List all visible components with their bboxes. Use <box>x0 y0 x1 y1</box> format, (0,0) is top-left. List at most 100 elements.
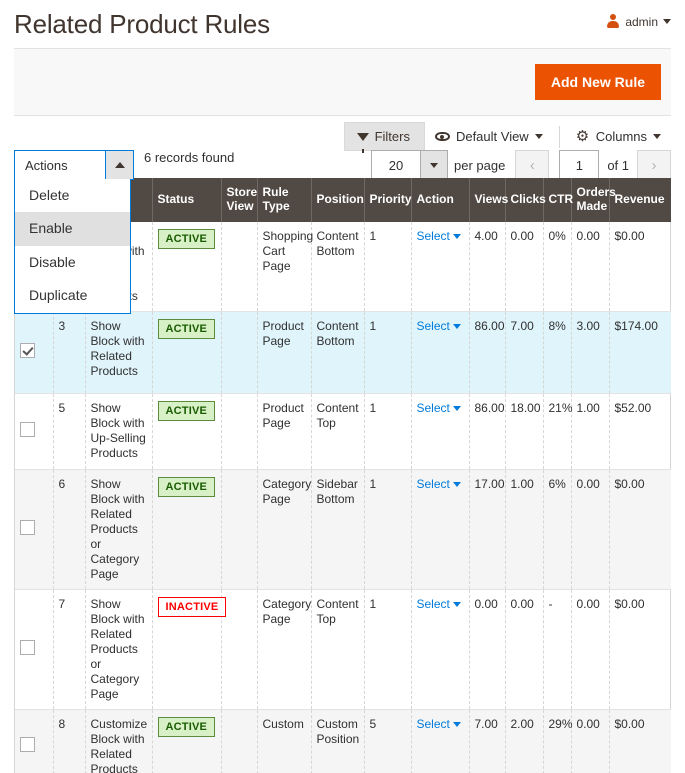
row-views: 86.00 <box>469 311 506 394</box>
column-header-orders-made[interactable]: Orders Made <box>571 178 616 222</box>
row-id: 3 <box>53 311 86 394</box>
page-actions-bar: Add New Rule <box>14 48 671 116</box>
column-header-store-view[interactable]: Store View <box>221 178 258 222</box>
chevron-down-icon <box>419 151 447 179</box>
mass-action-delete[interactable]: Delete <box>15 179 130 212</box>
default-view-dropdown[interactable]: Default View <box>425 123 553 150</box>
column-header-views[interactable]: Views <box>469 178 508 222</box>
row-checkbox-cell[interactable] <box>15 393 54 470</box>
column-header-status[interactable]: Status <box>152 178 222 222</box>
row-action-select-link[interactable]: Select <box>417 401 461 415</box>
status-badge: INACTIVE <box>157 596 227 617</box>
caret-up-icon <box>105 151 133 179</box>
columns-label: Columns <box>595 129 647 144</box>
next-page-button[interactable]: › <box>637 150 671 180</box>
row-revenue: $174.00 <box>609 311 671 394</box>
row-checkbox[interactable] <box>20 639 35 655</box>
table-row[interactable]: 6 Show Block with Related Products or Cat… <box>15 469 671 590</box>
row-clicks: 0.00 <box>505 221 544 312</box>
row-status-cell: ACTIVE <box>152 311 222 394</box>
row-priority: 1 <box>364 469 412 590</box>
row-priority: 1 <box>364 311 412 394</box>
row-views: 7.00 <box>469 709 506 773</box>
row-priority: 5 <box>364 709 412 773</box>
chevron-down-icon <box>452 601 461 607</box>
row-action-cell[interactable]: Select <box>411 311 470 394</box>
row-orders-made: 0.00 <box>571 589 610 710</box>
row-ctr: 21% <box>543 393 573 470</box>
table-row[interactable]: 8 Customize Block with Related Products AC… <box>15 709 671 773</box>
row-action-select-link[interactable]: Select <box>417 319 461 333</box>
user-name: admin <box>625 14 658 29</box>
row-checkbox-cell[interactable] <box>15 469 54 590</box>
row-action-select-link[interactable]: Select <box>417 477 461 491</box>
column-header-action[interactable]: Action <box>411 178 470 222</box>
current-page-input[interactable]: 1 <box>559 150 600 180</box>
row-action-cell[interactable]: Select <box>411 221 470 312</box>
row-id: 6 <box>53 469 86 590</box>
mass-actions-button[interactable]: Actions <box>14 150 134 180</box>
column-header-revenue[interactable]: Revenue <box>609 178 671 222</box>
column-header-ctr[interactable]: CTR <box>543 178 573 222</box>
row-action-cell[interactable]: Select <box>411 393 470 470</box>
row-action-select-link[interactable]: Select <box>417 229 461 243</box>
row-revenue: $52.00 <box>609 393 671 470</box>
column-header-clicks[interactable]: Clicks <box>505 178 546 222</box>
row-clicks: 7.00 <box>505 311 544 394</box>
user-menu[interactable]: admin <box>606 14 671 29</box>
column-header-position[interactable]: Position <box>311 178 365 222</box>
row-id: 7 <box>53 589 86 710</box>
filters-button[interactable]: Filters <box>343 122 425 153</box>
add-new-rule-button[interactable]: Add New Rule <box>534 63 661 101</box>
columns-dropdown[interactable]: ⚙ Columns <box>566 123 671 150</box>
chevron-down-icon <box>452 481 461 487</box>
filters-label: Filters <box>374 129 410 144</box>
row-checkbox[interactable] <box>20 342 35 358</box>
row-position: Sidebar Bottom <box>311 469 365 590</box>
row-ctr: - <box>543 589 572 710</box>
row-action-select-link[interactable]: Select <box>417 717 461 731</box>
column-header-priority[interactable]: Priority <box>364 178 412 222</box>
chevron-down-icon <box>452 405 461 411</box>
row-checkbox[interactable] <box>20 519 35 535</box>
row-checkbox-cell[interactable] <box>15 589 54 710</box>
row-position: Content Bottom <box>311 311 365 394</box>
grid-toolbar: Filters Default View ⚙ Columns 6 records… <box>14 116 671 314</box>
table-row[interactable]: 7 Show Block with Related Products or Cat… <box>15 589 671 710</box>
row-id: 5 <box>53 393 86 470</box>
row-rule-name: Show Block with Related Products or Cate… <box>85 469 153 590</box>
table-row[interactable]: 3 Show Block with Related Products ACTIVE P… <box>15 311 671 394</box>
gear-icon: ⚙ <box>575 127 590 145</box>
row-status-cell: ACTIVE <box>152 393 222 470</box>
row-status-cell: ACTIVE <box>152 709 222 773</box>
row-views: 86.00 <box>469 393 506 470</box>
row-views: 17.00 <box>469 469 506 590</box>
status-badge: ACTIVE <box>157 318 216 339</box>
user-icon <box>606 14 620 29</box>
row-orders-made: 0.00 <box>571 709 610 773</box>
row-action-cell[interactable]: Select <box>411 589 470 710</box>
row-checkbox[interactable] <box>20 421 35 437</box>
row-action-cell[interactable]: Select <box>411 469 470 590</box>
chevron-down-icon <box>452 233 461 239</box>
row-clicks: 18.00 <box>505 393 544 470</box>
row-action-select-link[interactable]: Select <box>417 597 461 611</box>
per-page-select[interactable]: 20 <box>370 150 448 180</box>
row-ctr: 8% <box>543 311 572 394</box>
row-revenue: $0.00 <box>609 589 671 710</box>
chevron-down-icon <box>653 134 661 139</box>
table-row[interactable]: 5 Show Block with Up-Selling Products ACTI… <box>15 393 671 470</box>
row-action-cell[interactable]: Select <box>411 709 470 773</box>
per-page-value: 20 <box>388 157 404 173</box>
row-revenue: $0.00 <box>609 469 671 590</box>
row-checkbox-cell[interactable] <box>15 311 54 394</box>
row-checkbox[interactable] <box>20 737 35 753</box>
row-status-cell: ACTIVE <box>152 221 222 312</box>
previous-page-button[interactable]: ‹ <box>515 150 550 180</box>
row-rule-name: Customize Block with Related Products <box>85 709 153 773</box>
mass-action-disable[interactable]: Disable <box>15 246 130 279</box>
row-checkbox-cell[interactable] <box>15 709 54 773</box>
column-header-rule-type[interactable]: Rule Type <box>257 178 312 222</box>
mass-action-duplicate[interactable]: Duplicate <box>15 279 130 312</box>
mass-action-enable[interactable]: Enable <box>15 212 130 246</box>
